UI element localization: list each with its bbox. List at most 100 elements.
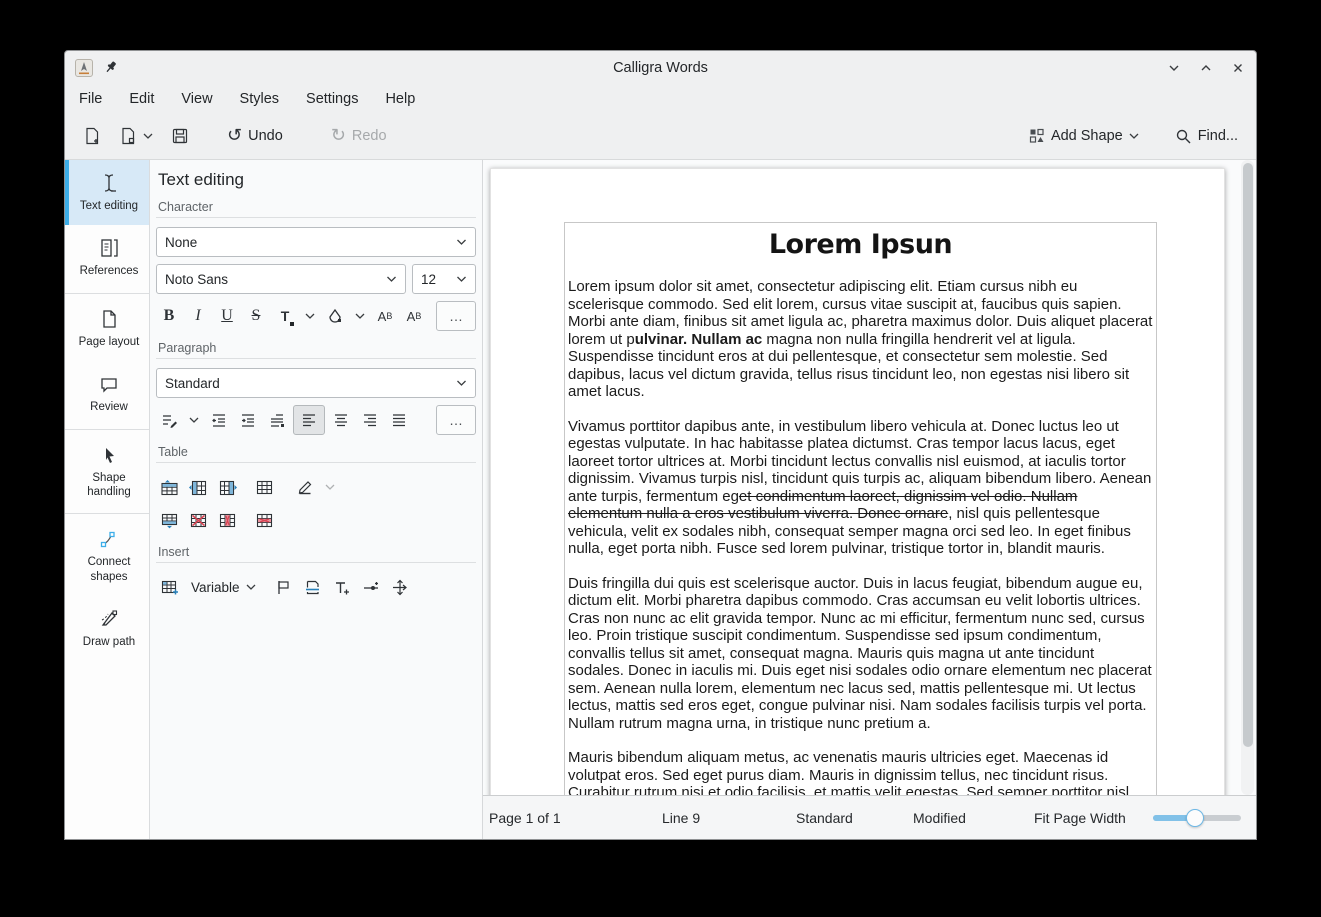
document-canvas[interactable]: Lorem Ipsun Lorem ipsum dolor sit amet, … — [483, 160, 1256, 795]
menu-settings[interactable]: Settings — [306, 91, 358, 107]
connector-icon — [98, 528, 120, 550]
close-button[interactable] — [1230, 60, 1246, 76]
align-left-icon — [300, 411, 318, 429]
sidebar-tab-text-editing[interactable]: Text editing — [65, 160, 149, 225]
undo-button[interactable]: ↺ Undo — [221, 122, 289, 150]
align-justify-button[interactable] — [386, 406, 412, 434]
insert-line-button[interactable] — [358, 573, 384, 601]
indent-more-icon — [239, 411, 257, 429]
menu-file[interactable]: File — [79, 91, 102, 107]
maximize-button[interactable] — [1198, 60, 1214, 76]
scrollbar-thumb[interactable] — [1243, 163, 1253, 747]
document-paragraphs: Lorem ipsum dolor sit amet, consectetur … — [568, 278, 1153, 795]
bold-button[interactable]: B — [156, 302, 182, 330]
table-split-cells-button[interactable] — [156, 506, 182, 534]
minimize-button[interactable] — [1166, 60, 1182, 76]
zoom-slider-handle[interactable] — [1186, 809, 1204, 827]
sidebar-tab-connect-shapes[interactable]: Connect shapes — [65, 516, 149, 596]
text-color-chevron[interactable] — [301, 302, 319, 330]
document-paragraph: Mauris bibendum aliquam metus, ac venena… — [568, 749, 1153, 795]
underline-button[interactable]: U — [214, 302, 240, 330]
menu-edit[interactable]: Edit — [129, 91, 154, 107]
list-style-button[interactable] — [156, 406, 182, 434]
table-delete-column-button[interactable] — [214, 506, 240, 534]
add-shape-button[interactable]: Add Shape — [1023, 123, 1145, 149]
italic-button[interactable]: I — [185, 302, 211, 330]
first-line-indent-icon — [268, 411, 286, 429]
find-button[interactable]: Find... — [1169, 123, 1244, 150]
text-color-button[interactable]: T — [272, 302, 298, 330]
table-delete-table-button[interactable] — [185, 506, 211, 534]
sidebar-tab-references[interactable]: References — [65, 225, 149, 290]
sidebar-separator — [65, 293, 149, 294]
undo-icon: ↺ — [227, 127, 242, 145]
document-page[interactable]: Lorem Ipsun Lorem ipsum dolor sit amet, … — [490, 168, 1225, 795]
table-section-heading: Table — [158, 445, 474, 459]
superscript-button[interactable]: AB — [372, 302, 398, 330]
table-merge-cells-button[interactable] — [251, 473, 277, 501]
text-frame[interactable]: Lorem Ipsun Lorem ipsum dolor sit amet, … — [564, 222, 1157, 795]
page-break-icon — [304, 579, 321, 596]
insert-table-button[interactable] — [156, 573, 182, 601]
font-size-select[interactable]: 12 — [412, 264, 476, 294]
table-split-cells-icon — [160, 512, 179, 529]
align-center-button[interactable] — [328, 406, 354, 434]
more-paragraph-options-button[interactable]: … — [436, 405, 476, 435]
sidebar-tab-shape-handling[interactable]: Shape handling — [65, 432, 149, 512]
pin-icon[interactable] — [103, 60, 118, 75]
border-pen-chevron[interactable] — [321, 473, 339, 501]
insert-variable-chevron[interactable] — [242, 573, 260, 601]
insert-page-break-button[interactable] — [300, 573, 326, 601]
app-icon[interactable] — [75, 59, 93, 77]
list-style-icon — [160, 411, 178, 429]
color-swatch — [290, 322, 294, 326]
indent-more-button[interactable] — [235, 406, 261, 434]
first-line-indent-button[interactable] — [264, 406, 290, 434]
align-left-button[interactable] — [293, 405, 325, 435]
menu-help[interactable]: Help — [385, 91, 415, 107]
section-divider — [156, 562, 476, 563]
indent-less-button[interactable] — [206, 406, 232, 434]
open-document-button[interactable] — [113, 122, 159, 150]
menu-styles[interactable]: Styles — [240, 91, 280, 107]
redo-button[interactable]: ↻ Redo — [325, 122, 393, 150]
sidebar-tab-page-layout[interactable]: Page layout — [65, 296, 149, 361]
insert-variable-button[interactable]: Variable — [191, 580, 240, 595]
insert-text-frame-button[interactable] — [329, 573, 355, 601]
insert-line-icon — [362, 579, 380, 596]
character-style-select[interactable]: None — [156, 227, 476, 257]
comment-bubble-icon — [98, 373, 120, 395]
table-delete-row-icon — [255, 512, 274, 529]
table-border-pen-button[interactable] — [292, 473, 318, 501]
align-right-button[interactable] — [357, 406, 383, 434]
document-title: Lorem Ipsun — [568, 229, 1153, 260]
menu-view[interactable]: View — [181, 91, 212, 107]
align-justify-icon — [390, 411, 408, 429]
table-insert-row-above-button[interactable] — [156, 473, 182, 501]
table-insert-column-left-button[interactable] — [185, 473, 211, 501]
zoom-slider[interactable] — [1153, 809, 1241, 827]
table-delete-row-button[interactable] — [251, 506, 277, 534]
insert-bookmark-button[interactable] — [271, 573, 297, 601]
sidebar-tab-draw-path[interactable]: Draw path — [65, 596, 149, 661]
chevron-down-icon — [189, 416, 199, 424]
sidebar-tab-review[interactable]: Review — [65, 361, 149, 426]
panel-title: Text editing — [158, 170, 476, 190]
bookmark-flag-icon — [275, 579, 292, 596]
new-document-button[interactable] — [77, 122, 107, 150]
subscript-button[interactable]: AB — [401, 302, 427, 330]
highlight-color-button[interactable] — [322, 302, 348, 330]
save-button[interactable] — [165, 122, 195, 150]
table-insert-column-right-icon — [218, 479, 237, 496]
section-divider — [156, 358, 476, 359]
insert-special-character-button[interactable] — [387, 573, 413, 601]
strikethrough-button[interactable]: S — [243, 302, 269, 330]
highlight-color-chevron[interactable] — [351, 302, 369, 330]
zoom-mode-button[interactable]: Fit Page Width — [1034, 810, 1126, 826]
font-family-select[interactable]: Noto Sans — [156, 264, 406, 294]
table-insert-column-right-button[interactable] — [214, 473, 240, 501]
paragraph-style-select[interactable]: Standard — [156, 368, 476, 398]
more-character-options-button[interactable]: … — [436, 301, 476, 331]
list-style-chevron[interactable] — [185, 406, 203, 434]
vertical-scrollbar[interactable] — [1241, 160, 1254, 795]
